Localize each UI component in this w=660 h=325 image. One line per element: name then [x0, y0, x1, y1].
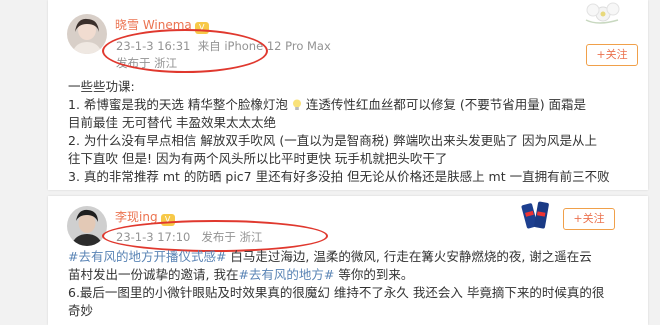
content-line: 1. 希博蜜是我的天选 精华整个脸橡灯泡 连透传性红血丝都可以修复 (不要节省用…	[68, 96, 643, 114]
follow-button[interactable]: +关注	[586, 44, 638, 66]
content-text: 苗村发出一份诚挚的邀请, 我在	[68, 267, 239, 282]
lightbulb-icon	[292, 99, 301, 110]
content-text: 白马走过海边, 温柔的微风, 行走在篝火安静燃烧的夜, 谢之遥在云	[226, 249, 592, 264]
content-line: 3. 真的非常推荐 mt 的防晒 pic7 里还有好多没拍 但无论从价格还是肤感…	[68, 169, 610, 184]
content-line: 目前最佳 无可替代 丰盈效果太太太绝	[68, 115, 276, 130]
content-line: 一些些功课:	[68, 79, 135, 94]
content-text: 1. 希博蜜是我的天选 精华整个脸橡灯泡	[68, 97, 288, 112]
content-line: 2. 为什么没有早点相信 解放双手吹风 (一直以为是智商税) 弊端吹出来头发更贴…	[68, 133, 598, 148]
highlight-circle	[102, 29, 268, 73]
content-line: 苗村发出一份诚挚的邀请, 我在#去有风的地方# 等你的到来。	[68, 266, 643, 284]
content-line: 往下直吹 但是! 因为有两个风头所以比平时更快 玩手机就把头吹干了	[68, 151, 448, 166]
avatar[interactable]	[67, 206, 107, 246]
post-card-1: 晓雪 Winema V 23-1-3 16:31 来自 iPhone 12 Pro…	[48, 0, 648, 190]
hashtag-link[interactable]: #去有风的地方开播仪式感#	[68, 249, 226, 264]
content-text: 连透传性红血丝都可以修复 (不要节省用量) 面霜是	[305, 97, 587, 112]
content-line: 6.最后一图里的小微针眼贴及时效果真的很魔幻 维持不了永久 我还会入 毕竟摘下来…	[68, 285, 605, 300]
hashtag-link[interactable]: #去有风的地方#	[238, 267, 334, 282]
content-line: #去有风的地方开播仪式感# 白马走过海边, 温柔的微风, 行走在篝火安静燃烧的夜…	[68, 248, 643, 266]
avatar[interactable]	[67, 14, 107, 54]
content-text: 等你的到来。	[334, 267, 414, 282]
content-line: 奇妙	[68, 303, 94, 318]
post-card-2: 李现ing V 23-1-3 17:10 发布于 浙江 +关注 #去有风的地方开播…	[48, 196, 648, 325]
flower-decoration-icon	[585, 2, 620, 24]
post-content: 一些些功课: 1. 希博蜜是我的天选 精华整个脸橡灯泡 连透传性红血丝都可以修复…	[68, 78, 643, 186]
post-content: #去有风的地方开播仪式感# 白马走过海边, 温柔的微风, 行走在篝火安静燃烧的夜…	[68, 248, 643, 320]
follow-button[interactable]: +关注	[563, 208, 615, 230]
drink-can-decoration-icon	[521, 201, 549, 229]
